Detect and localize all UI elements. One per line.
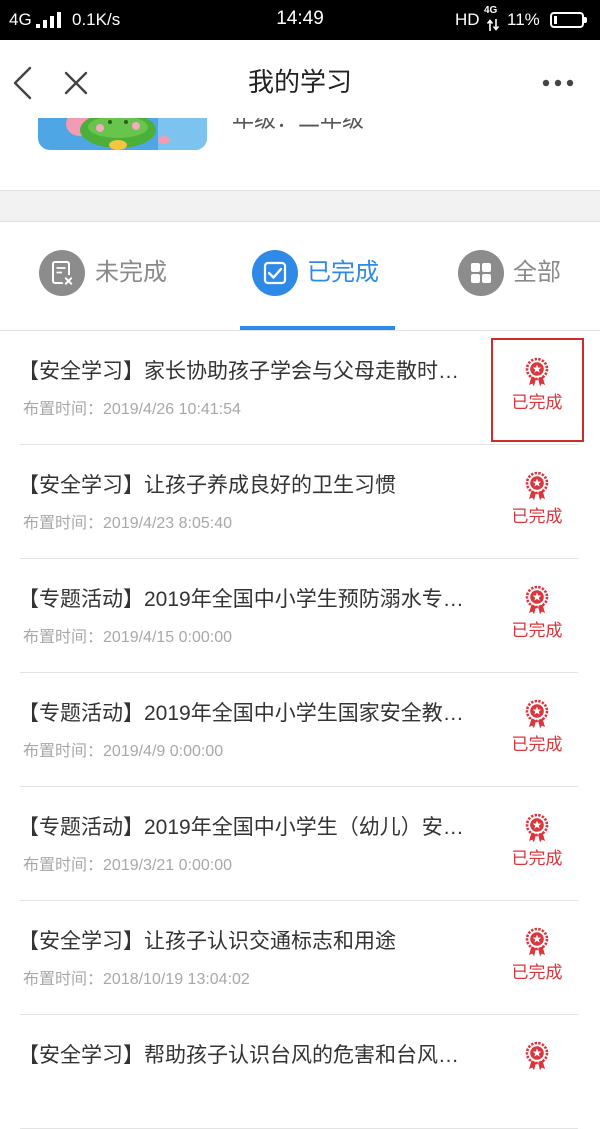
avatar [38,118,207,150]
highlight-box [491,338,584,442]
more-dots-icon [542,79,574,87]
completed-list: 【安全学习】家长协助孩子学会与父母走散时… 布置时间：2019/4/26 10:… [0,331,600,1129]
battery-icon [550,12,587,28]
item-title: 【安全学习】帮助孩子认识台风的危害和台风… [18,1044,459,1067]
more-button[interactable] [542,76,574,88]
list-item[interactable]: 【安全学习】让孩子认识交通标志和用途 布置时间：2018/10/19 13:04… [0,901,600,1015]
item-title: 【专题活动】2019年全国中小学生国家安全教… [18,702,464,725]
app-header: 我的学习 [0,40,600,118]
document-x-icon [39,250,85,296]
award-badge-icon [523,927,551,957]
award-badge-icon [523,1041,551,1071]
battery-level [554,16,557,24]
data-arrows-icon [486,19,500,31]
tab-label: 全部 [513,259,561,286]
tab-bar: 未完成 已完成 全部 [0,222,600,331]
assigned-time-value: 2019/4/26 10:41:54 [103,401,241,418]
assigned-time-value: 2019/4/23 8:05:40 [103,515,233,532]
award-badge-icon [523,813,551,843]
active-tab-indicator [240,326,395,330]
hd-indicator: HD [455,10,480,29]
award-badge-icon [523,699,551,729]
status-label: 已完成 [511,735,563,754]
assigned-time-label: 布置时间： [23,515,104,532]
assigned-time-label: 布置时间： [23,401,104,418]
assigned-time-label: 布置时间： [23,857,104,874]
mobile-data-indicator: 4G [484,5,502,35]
status-bar: 4G 0.1K/s 14:49 HD 4G 11% [0,0,600,40]
assigned-time-value: 2019/3/21 0:00:00 [103,857,233,874]
award-badge-icon [523,585,551,615]
assigned-time-label: 布置时间： [23,743,104,760]
assigned-time-value: 2019/4/9 0:00:00 [103,743,224,760]
item-assigned-time: 布置时间：2018/10/19 13:04:02 [23,968,250,992]
status-label: 已完成 [511,849,563,868]
grade-text: 年级：二年级 [232,118,365,132]
list-item[interactable]: 【安全学习】帮助孩子认识台风的危害和台风… [0,1015,600,1129]
item-assigned-time: 布置时间：2019/4/9 0:00:00 [23,740,223,764]
item-title: 【安全学习】让孩子养成良好的卫生习惯 [18,474,396,497]
section-divider [0,190,600,222]
mobile-data-label: 4G [484,5,498,16]
list-item[interactable]: 【安全学习】家长协助孩子学会与父母走散时… 布置时间：2019/4/26 10:… [0,331,600,445]
tab-all[interactable]: 全部 [400,222,600,330]
profile-card: 年级：二年级 [0,118,600,190]
list-item[interactable]: 【专题活动】2019年全国中小学生（幼儿）安… 布置时间：2019/3/21 0… [0,787,600,901]
tab-completed[interactable]: 已完成 [200,222,400,330]
battery-percent: 11% [507,10,540,29]
grid-icon [458,250,504,296]
assigned-time-label: 布置时间： [23,971,104,988]
tab-label: 已完成 [307,259,379,286]
tab-incomplete[interactable]: 未完成 [0,222,200,330]
item-assigned-time: 布置时间：2019/4/15 0:00:00 [23,626,232,650]
item-assigned-time: 布置时间：2019/4/23 8:05:40 [23,512,232,536]
item-title: 【专题活动】2019年全国中小学生（幼儿）安… [18,816,464,839]
item-assigned-time: 布置时间：2019/4/26 10:41:54 [23,398,241,422]
page-title: 我的学习 [247,67,352,97]
assigned-time-value: 2018/10/19 13:04:02 [103,971,250,988]
item-title: 【安全学习】家长协助孩子学会与父母走散时… [18,360,459,383]
status-label: 已完成 [511,963,563,982]
item-assigned-time: 布置时间：2019/3/21 0:00:00 [23,854,232,878]
assigned-time-label: 布置时间： [23,629,104,646]
list-item[interactable]: 【专题活动】2019年全国中小学生国家安全教… 布置时间：2019/4/9 0:… [0,673,600,787]
list-item[interactable]: 【专题活动】2019年全国中小学生预防溺水专… 布置时间：2019/4/15 0… [0,559,600,673]
item-title: 【专题活动】2019年全国中小学生预防溺水专… [18,588,464,611]
award-badge-icon [523,471,551,501]
status-label: 已完成 [511,621,563,640]
tab-label: 未完成 [95,259,167,286]
status-label: 已完成 [511,507,563,526]
checkbox-icon [252,250,298,296]
assigned-time-value: 2019/4/15 0:00:00 [103,629,233,646]
item-title: 【安全学习】让孩子认识交通标志和用途 [18,930,396,953]
list-item[interactable]: 【安全学习】让孩子养成良好的卫生习惯 布置时间：2019/4/23 8:05:4… [0,445,600,559]
